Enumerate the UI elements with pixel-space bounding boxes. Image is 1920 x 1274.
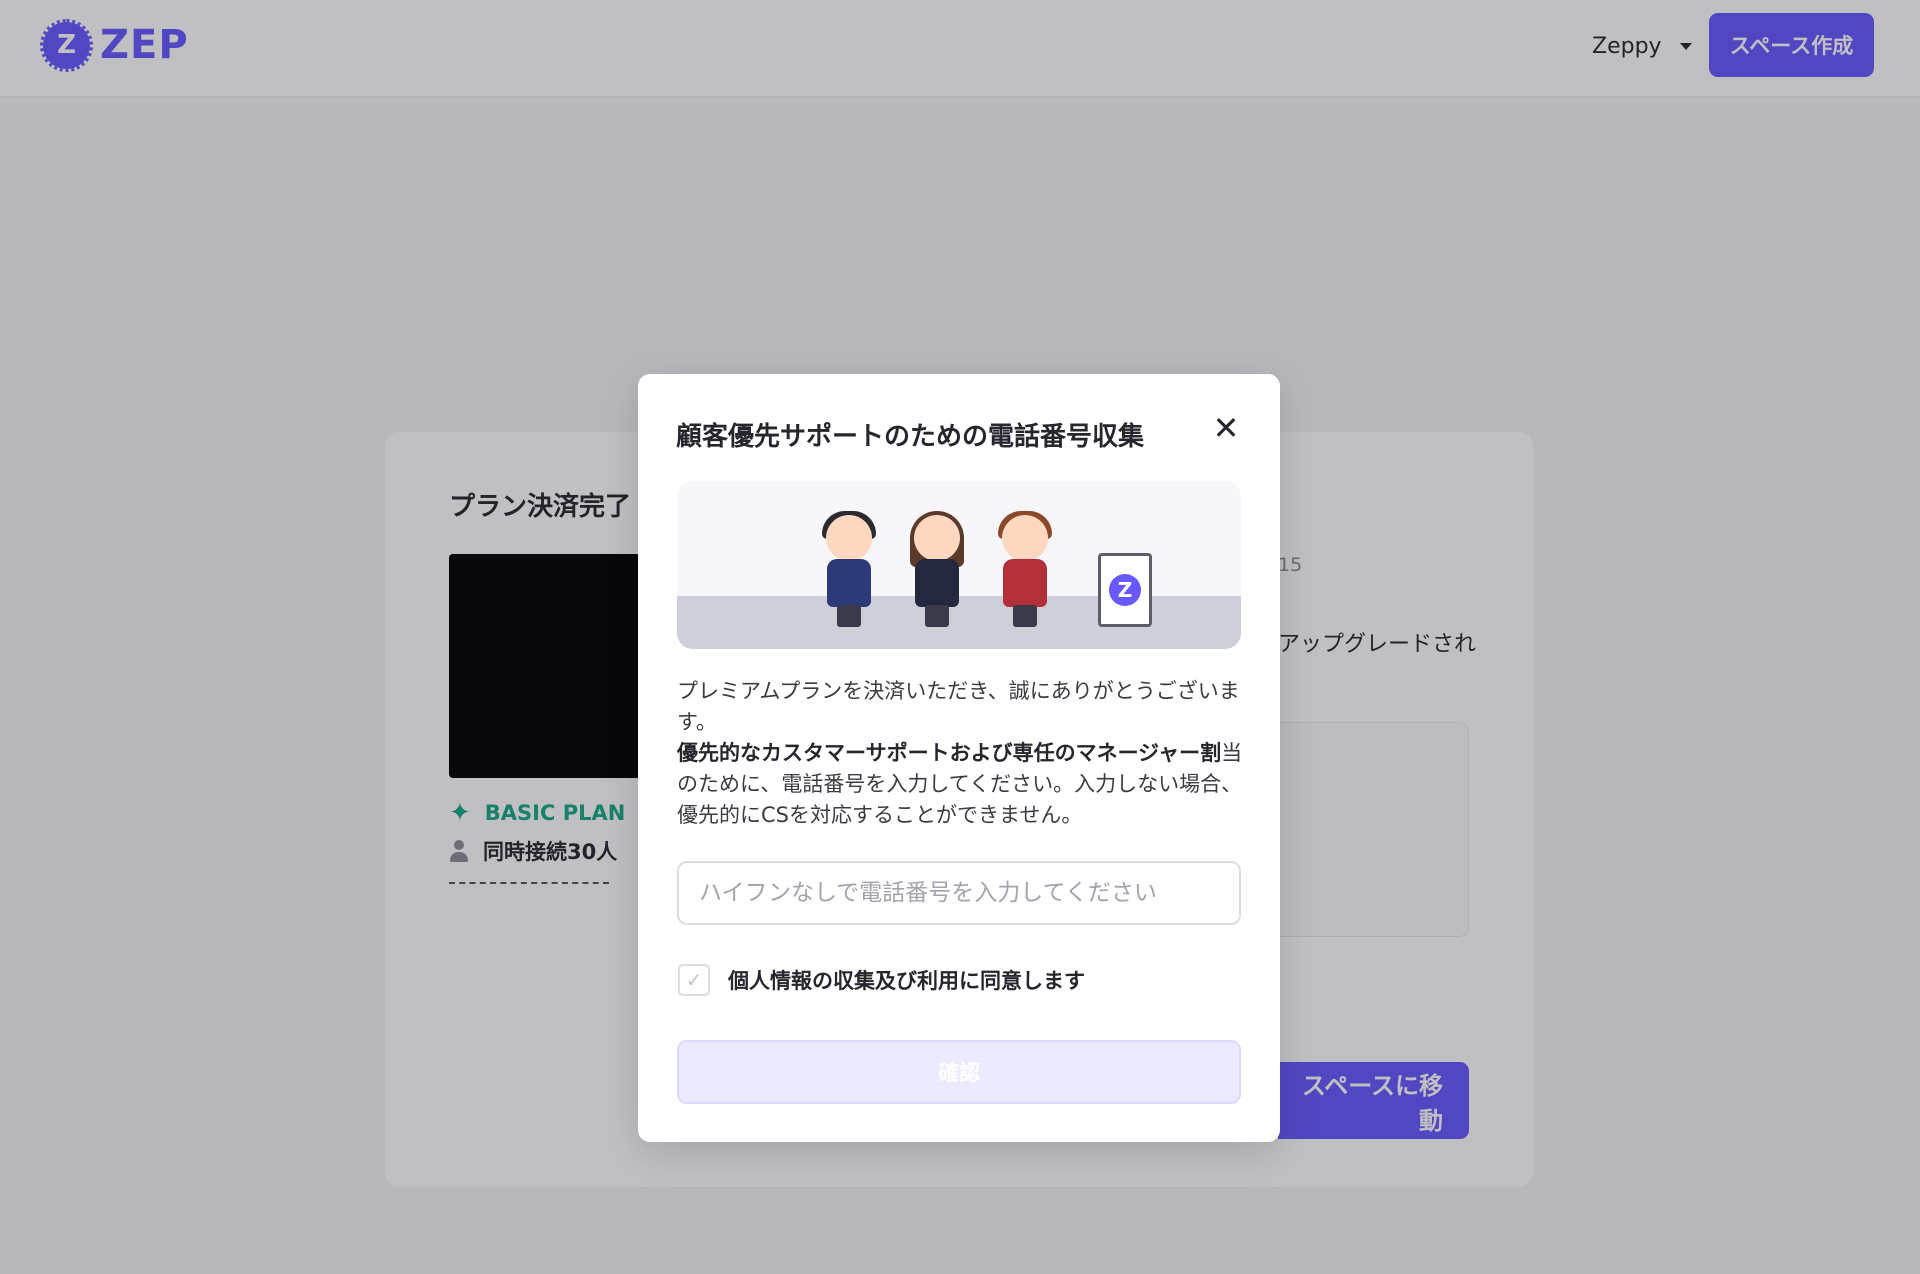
- desc-emphasis: 優先的なカスタマーサポートおよび専任のマネージャー割: [677, 741, 1222, 765]
- consent-label: 個人情報の収集及び利用に同意します: [728, 969, 1085, 993]
- consent-checkbox[interactable]: ✓: [678, 964, 710, 996]
- modal-title: 顧客優先サポートのための電話番号収集: [676, 422, 1145, 452]
- zep-sign-icon: Z: [1109, 574, 1141, 606]
- confirm-button[interactable]: 確認: [677, 1040, 1241, 1104]
- check-icon: ✓: [685, 968, 703, 992]
- character-agent: [905, 511, 969, 627]
- consent-row[interactable]: ✓ 個人情報の収集及び利用に同意します: [678, 964, 1085, 996]
- modal-description: プレミアムプランを決済いただき、誠にありがとうございます。 優先的なカスタマーサ…: [677, 676, 1249, 831]
- close-icon[interactable]: ✕: [1208, 410, 1244, 446]
- phone-number-input[interactable]: [677, 861, 1241, 925]
- character-manager: [817, 511, 881, 627]
- desc-thanks: プレミアムプランを決済いただき、誠にありがとうございます。: [677, 679, 1240, 734]
- character-receptionist: [993, 511, 1057, 627]
- welcome-sign: Z: [1098, 553, 1152, 627]
- phone-collection-modal: 顧客優先サポートのための電話番号収集 ✕ Z プレミアムプランを決済いただき、誠…: [638, 374, 1280, 1142]
- hero-illustration: Z: [677, 481, 1241, 649]
